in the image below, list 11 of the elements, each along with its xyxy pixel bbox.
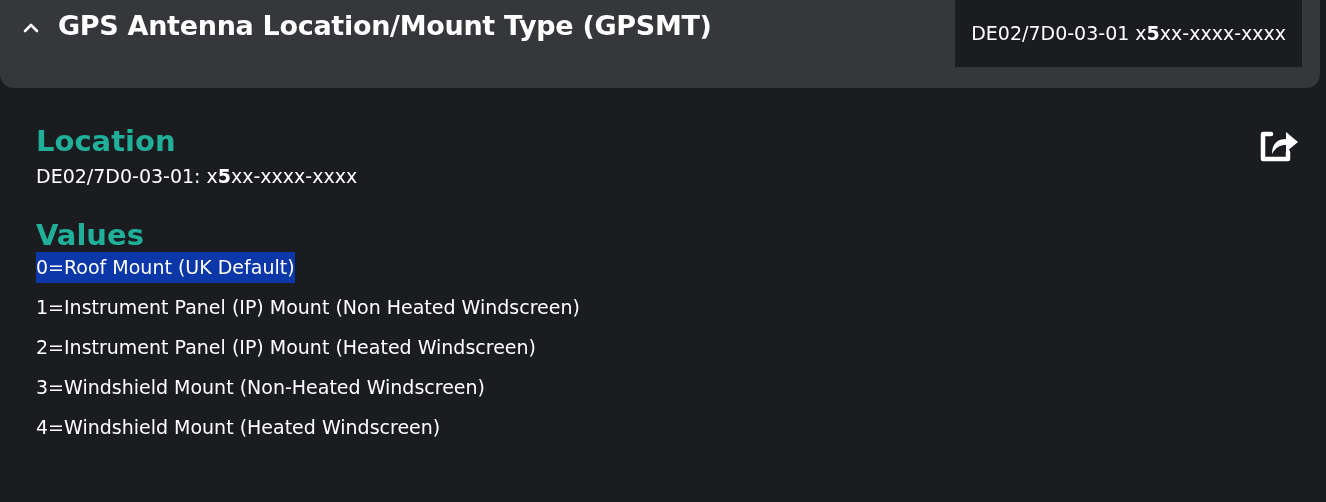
selected-value-text: 0=Roof Mount (UK Default)	[36, 252, 295, 284]
collapse-chevron-icon[interactable]	[22, 22, 40, 34]
section-heading: Location	[36, 126, 177, 158]
section-title: GPS Antenna Location/Mount Type (GPSMT)	[58, 9, 712, 43]
value-text: 2=Instrument Panel (IP) Mount (Heated Windscreen)	[36, 335, 536, 361]
value-text: 3=Windshield Mount (Non-Heated Windscreen)	[36, 375, 485, 401]
location-text: DE02/7D0-03-01: x5xx-xxxx-xxxx	[36, 163, 359, 189]
value-text: 1=Instrument Panel (IP) Mount (Non Heated Windscreen)	[36, 295, 580, 321]
value-text: 4=Windshield Mount (Heated Windscreen)	[36, 415, 441, 441]
section-heading: Values	[36, 220, 145, 253]
code-label: DE02/7D0-03-01 x5xx-xxxx-xxxx	[955, 0, 1302, 67]
